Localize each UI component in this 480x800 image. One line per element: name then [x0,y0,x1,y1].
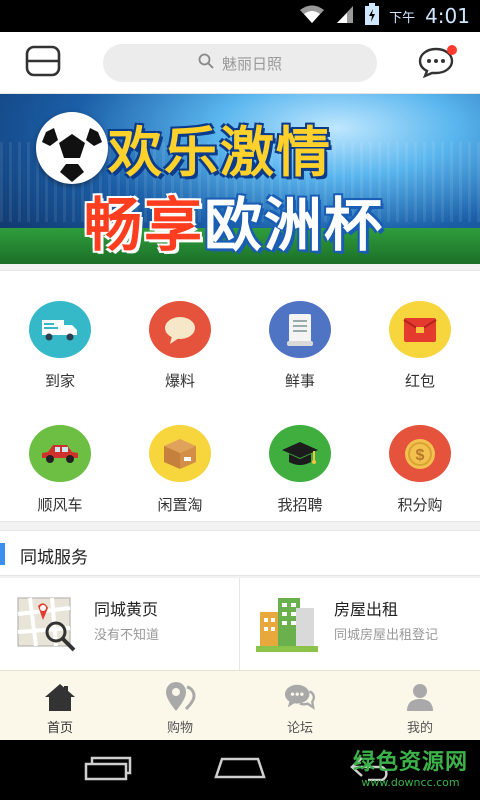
soccer-ball-icon [36,112,108,184]
grid-item-hongbao[interactable]: 红包 [360,271,480,391]
grid-item-shunfengche[interactable]: 顺风车 [0,395,120,515]
tab-label: 购物 [166,721,193,736]
status-ampm: 下午 [389,10,416,26]
red-envelope-icon [389,301,451,358]
grid-item-label: 我招聘 [277,496,323,514]
status-bar: 下午 4:01 [0,0,480,32]
tab-label: 论坛 [286,721,313,736]
grid-item-label: 顺风车 [37,496,83,514]
menu-button[interactable] [20,42,66,84]
grid-item-jifengou[interactable]: $ 积分购 [360,395,480,515]
banner-subheadline-part2: 欧洲杯 [204,191,385,259]
scroll-icon [269,301,331,358]
grid-item-label: 积分购 [397,496,443,514]
search-placeholder: 魅丽日照 [221,54,282,73]
service-name: 同城黄页 [94,600,159,619]
grid-item-label: 到家 [44,372,75,390]
watermark-title: 绿色资源网 [352,750,468,775]
tab-label: 我的 [406,721,433,736]
buildings-icon [256,592,318,654]
graduation-cap-icon [269,425,331,482]
watermark-url: www.downcc.com [361,776,460,789]
recent-apps-icon [84,755,132,785]
grid-item-label: 红包 [404,372,435,390]
delivery-truck-icon [29,301,91,358]
grid-item-baoliao[interactable]: 爆料 [120,271,240,391]
grid-item-daojia[interactable]: 到家 [0,271,120,391]
section-header: 同城服务 [0,530,480,576]
service-card-house-rental[interactable]: 房屋出租 同城房屋出租登记 [240,578,480,670]
home-outline-icon [214,756,266,784]
grid-item-label: 闲置淘 [157,496,203,514]
speech-bubble-icon [149,301,211,358]
tab-forum[interactable]: 论坛 [240,671,360,741]
home-nav-button[interactable] [200,740,280,800]
search-icon [198,53,214,73]
banner-subheadline: 畅享欧洲杯 [84,178,384,262]
status-bar-right: 下午 4:01 [299,0,470,32]
box-icon [149,425,211,482]
coin-icon: $ [389,425,451,482]
service-desc: 同城房屋出租登记 [334,628,439,643]
menu-icon [25,45,61,81]
status-time: 4:01 [425,4,470,28]
signal-icon [335,4,355,28]
grid-item-label: 鲜事 [284,372,315,390]
app-header: 魅丽日照 [0,32,480,94]
grid-item-xianshi[interactable]: 鲜事 [240,271,360,391]
service-cards: 同城黄页 没有不知道 房屋出租 同城房屋出租登记 [0,578,480,670]
grid-item-zhaopin[interactable]: 我招聘 [240,395,360,515]
banner-subheadline-part1: 畅享 [84,191,205,259]
search-bar[interactable]: 魅丽日照 [103,44,377,82]
tab-label: 首页 [46,721,73,736]
section-title: 同城服务 [20,548,88,568]
service-name: 房屋出租 [334,600,399,619]
svg-text:$: $ [416,447,425,464]
message-button[interactable] [414,42,458,86]
tab-home[interactable]: 首页 [0,671,120,741]
recent-apps-button[interactable] [68,740,148,800]
location-pin-icon [164,681,196,713]
car-icon [29,425,91,482]
wifi-icon [299,4,325,28]
tab-profile[interactable]: 我的 [360,671,480,741]
map-search-icon [16,592,78,654]
home-icon [44,681,76,713]
notification-dot [447,45,457,55]
banner-headline: 欢乐激情 [108,121,332,184]
service-card-yellow-pages[interactable]: 同城黄页 没有不知道 [0,578,240,670]
grid-item-xianzhitao[interactable]: 闲置淘 [120,395,240,515]
grid-item-label: 爆料 [164,372,195,390]
promo-banner[interactable]: 欢乐激情 畅享欧洲杯 [0,94,480,264]
person-icon [404,681,436,713]
service-desc: 没有不知道 [94,628,160,643]
battery-icon [365,3,380,29]
chat-bubbles-icon [284,681,316,713]
quick-entry-grid: 到家 爆料 鲜事 红包 顺风车 闲置淘 我招聘 $ 积分购 [0,270,480,522]
tab-shopping[interactable]: 购物 [120,671,240,741]
watermark: 绿色资源网 www.downcc.com [353,744,468,789]
section-accent-bar [0,543,5,565]
bottom-tab-bar: 首页 购物 论坛 我的 [0,670,480,740]
